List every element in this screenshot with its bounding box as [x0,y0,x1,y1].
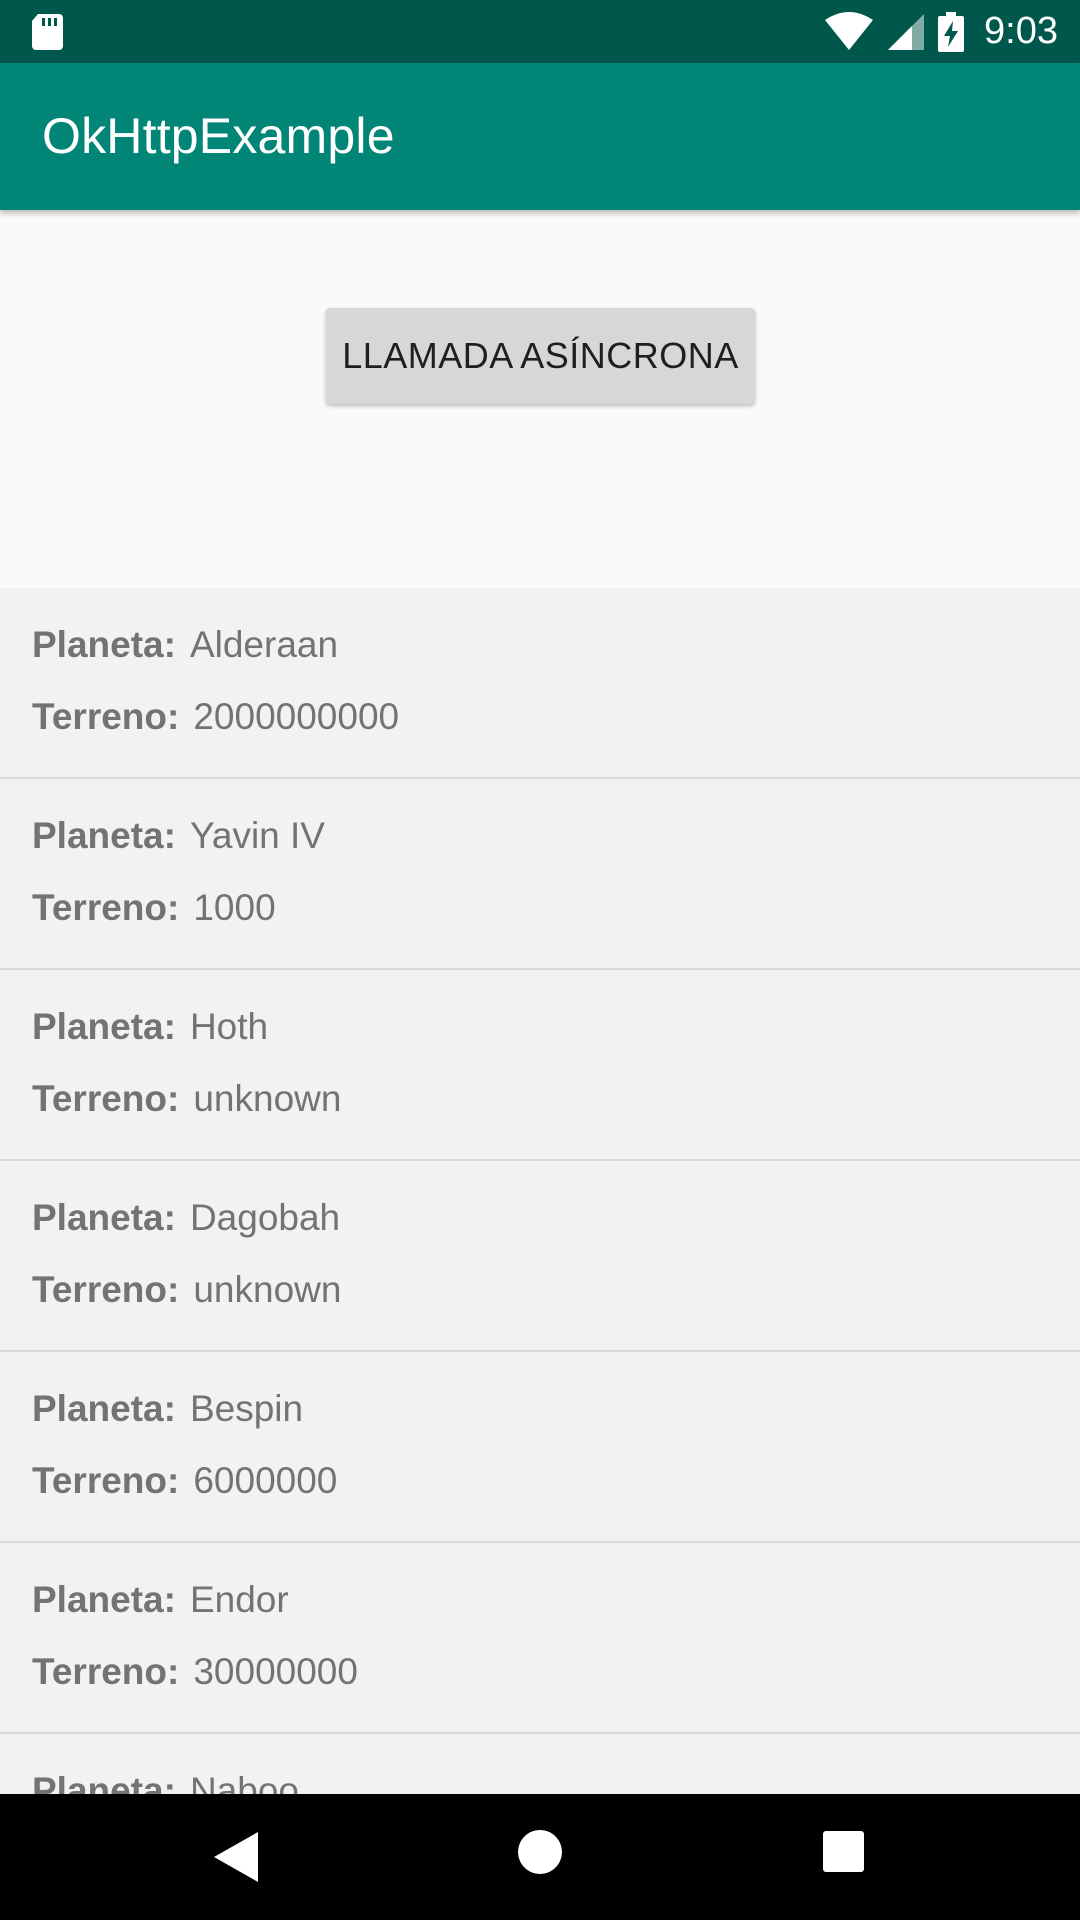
cell-signal-icon [888,13,925,50]
terrain-label: Terreno: [32,1269,180,1310]
terrain-label: Terreno: [32,1078,180,1119]
planet-value: Endor [189,1579,289,1620]
planet-row: Planeta: Yavin IV [32,815,325,857]
list-item[interactable]: Planeta: Alderaan Terreno: 2000000000 [0,588,1080,779]
back-icon[interactable] [214,1832,258,1882]
planet-row: Planeta: Alderaan [32,624,338,666]
app-bar: OkHttpExample [0,63,1080,210]
planet-label: Planeta: [32,624,176,665]
planet-value: Alderaan [189,624,339,665]
list-item[interactable]: Planeta: Bespin Terreno: 6000000 [0,1352,1080,1543]
planet-value: Yavin IV [189,815,325,856]
terrain-label: Terreno: [32,696,180,737]
recent-apps-icon[interactable] [823,1831,864,1872]
terrain-value: 30000000 [193,1651,358,1692]
terrain-value: 2000000000 [193,696,400,737]
planet-label: Planeta: [32,1579,176,1620]
clock: 9:03 [984,10,1058,52]
terrain-row: Terreno: 6000000 [32,1460,337,1502]
list-item[interactable]: Planeta:Naboo Terreno: [0,1734,1080,1794]
planet-row: Planeta: Naboo [32,1770,299,1794]
planet-label: Planeta: [32,1770,176,1794]
terrain-value: unknown [193,1269,342,1310]
list-item[interactable]: Planeta: Yavin IV Terreno: 1000 [0,779,1080,970]
list-item[interactable]: Planeta: Hoth Terreno: unknown [0,970,1080,1161]
planet-value: Bespin [189,1388,304,1429]
planet-list[interactable]: Planeta: Alderaan Terreno: 2000000000 Plan… [0,588,1080,1794]
status-bar: 9:03 [0,0,1080,63]
terrain-label: Terreno: [32,887,180,928]
home-icon[interactable] [518,1830,562,1874]
planet-label: Planeta: [32,1197,176,1238]
status-icons: 9:03 [824,0,1058,63]
planet-row: Planeta: Bespin [32,1388,303,1430]
terrain-label: Terreno: [32,1460,180,1501]
terrain-row: Terreno: 2000000000 [32,696,399,738]
app-title: OkHttpExample [42,108,395,164]
sd-card-icon [32,14,63,50]
planet-row: Planeta: Endor [32,1579,289,1621]
terrain-value: 6000000 [193,1460,338,1501]
terrain-row: Terreno: 1000 [32,887,276,929]
button-area: LLAMADA ASÍNCRONA [0,210,1080,588]
screen: 9:03 OkHttpExample LLAMADA ASÍNCRONA Pla… [0,0,1080,1920]
planet-label: Planeta: [32,1006,176,1047]
list-item[interactable]: Planeta: Dagobah Terreno: unknown [0,1161,1080,1352]
terrain-value: 1000 [193,887,276,928]
planet-value: Naboo [189,1770,299,1794]
terrain-row: Terreno: unknown [32,1269,341,1311]
planet-label: Planeta: [32,815,176,856]
async-call-button[interactable]: LLAMADA ASÍNCRONA [326,308,755,404]
navigation-bar [0,1794,1080,1920]
planet-row: Planeta: Hoth [32,1006,268,1048]
terrain-row: Terreno: unknown [32,1078,341,1120]
terrain-row: Terreno: 30000000 [32,1651,358,1693]
planet-value: Dagobah [189,1197,341,1238]
planet-label: Planeta: [32,1388,176,1429]
terrain-label: Terreno: [32,1651,180,1692]
planet-value: Hoth [189,1006,269,1047]
battery-charging-icon [938,11,965,52]
list-item[interactable]: Planeta: Endor Terreno: 30000000 [0,1543,1080,1734]
terrain-value: unknown [193,1078,342,1119]
planet-row: Planeta: Dagobah [32,1197,340,1239]
wifi-icon [825,11,874,50]
